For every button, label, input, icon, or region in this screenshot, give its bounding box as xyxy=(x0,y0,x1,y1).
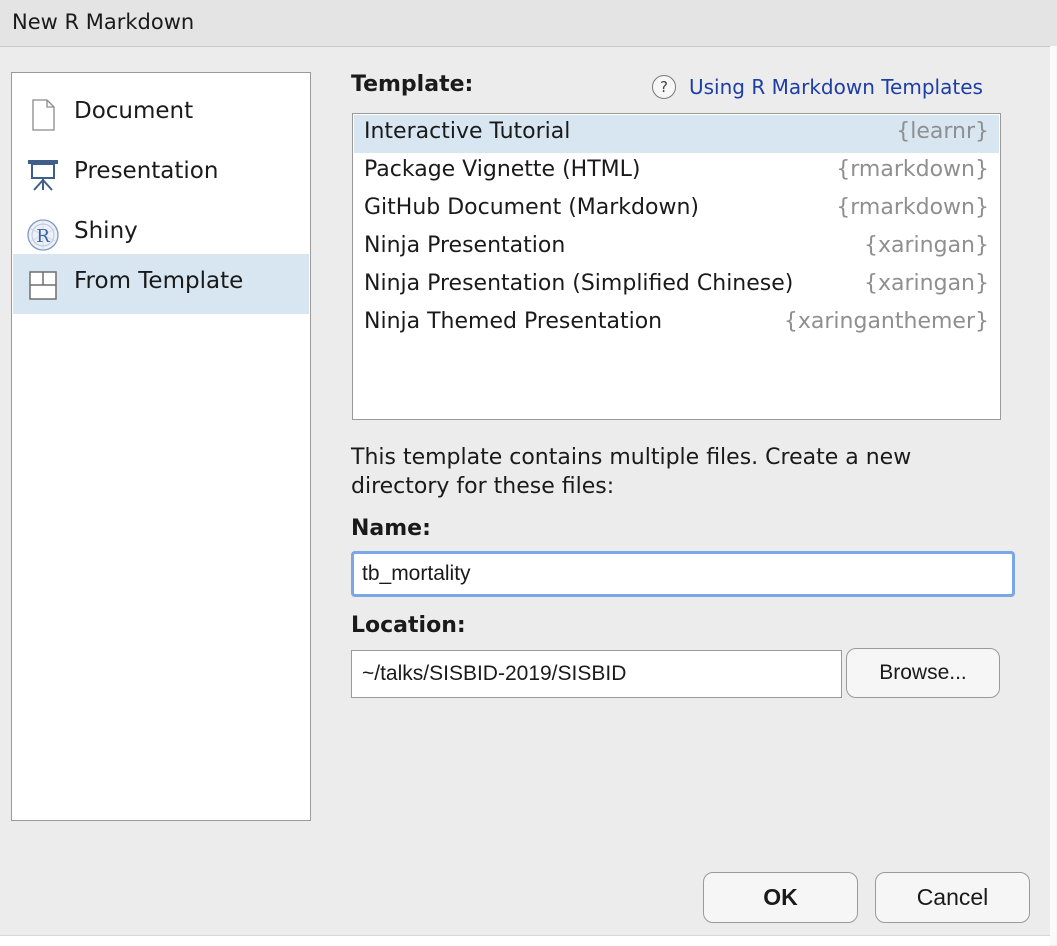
document-icon xyxy=(25,97,61,133)
background-edge xyxy=(0,935,1050,946)
template-package: {rmarkdown} xyxy=(836,157,989,182)
template-row[interactable]: Interactive Tutorial {learnr} xyxy=(354,115,999,153)
template-name: Ninja Presentation (Simplified Chinese) xyxy=(364,271,794,296)
help-link-text[interactable]: Using R Markdown Templates xyxy=(689,75,983,99)
template-name: Ninja Themed Presentation xyxy=(364,309,663,334)
sidebar-item-label: Presentation xyxy=(74,158,219,184)
sidebar-item-presentation[interactable]: Presentation xyxy=(13,144,309,204)
location-input[interactable] xyxy=(351,650,842,698)
directory-description: This template contains multiple files. C… xyxy=(351,445,912,499)
sidebar-item-label: Shiny xyxy=(74,218,138,244)
name-label: Name: xyxy=(351,516,431,541)
template-name: Package Vignette (HTML) xyxy=(364,157,641,182)
shiny-icon: R xyxy=(25,217,61,253)
dialog-titlebar: New R Markdown xyxy=(0,0,1057,47)
template-row[interactable]: Package Vignette (HTML) {rmarkdown} xyxy=(354,153,999,191)
template-package: {learnr} xyxy=(896,119,989,144)
template-package: {rmarkdown} xyxy=(836,195,989,220)
location-label: Location: xyxy=(351,613,466,638)
template-package: {xaringan} xyxy=(864,271,989,296)
template-row[interactable]: Ninja Themed Presentation {xaringantheme… xyxy=(354,305,999,343)
browse-button[interactable]: Browse... xyxy=(846,648,1000,698)
template-package: {xaringanthemer} xyxy=(783,309,989,334)
template-icon xyxy=(25,267,61,303)
template-package: {xaringan} xyxy=(864,233,989,258)
sidebar-item-label: From Template xyxy=(74,268,244,294)
window-edge xyxy=(1050,46,1057,945)
dialog-title: New R Markdown xyxy=(12,10,195,34)
template-name: GitHub Document (Markdown) xyxy=(364,195,699,220)
help-icon: ? xyxy=(652,75,676,99)
template-row[interactable]: GitHub Document (Markdown) {rmarkdown} xyxy=(354,191,999,229)
format-sidebar: Document Presentation R Shiny From Templ… xyxy=(11,72,311,821)
template-label: Template: xyxy=(351,72,474,97)
template-row[interactable]: Ninja Presentation (Simplified Chinese) … xyxy=(354,267,999,305)
template-list[interactable]: Interactive Tutorial {learnr} Package Vi… xyxy=(352,113,1001,420)
presentation-icon xyxy=(25,157,61,193)
template-row[interactable]: Ninja Presentation {xaringan} xyxy=(354,229,999,267)
cancel-button[interactable]: Cancel xyxy=(875,872,1030,923)
template-name: Interactive Tutorial xyxy=(364,119,571,144)
name-input[interactable] xyxy=(351,551,1015,597)
svg-text:R: R xyxy=(36,226,50,247)
ok-button[interactable]: OK xyxy=(703,872,858,923)
sidebar-item-from-template[interactable]: From Template xyxy=(13,254,309,314)
sidebar-item-document[interactable]: Document xyxy=(13,84,309,144)
template-name: Ninja Presentation xyxy=(364,233,566,258)
sidebar-item-label: Document xyxy=(74,98,194,124)
